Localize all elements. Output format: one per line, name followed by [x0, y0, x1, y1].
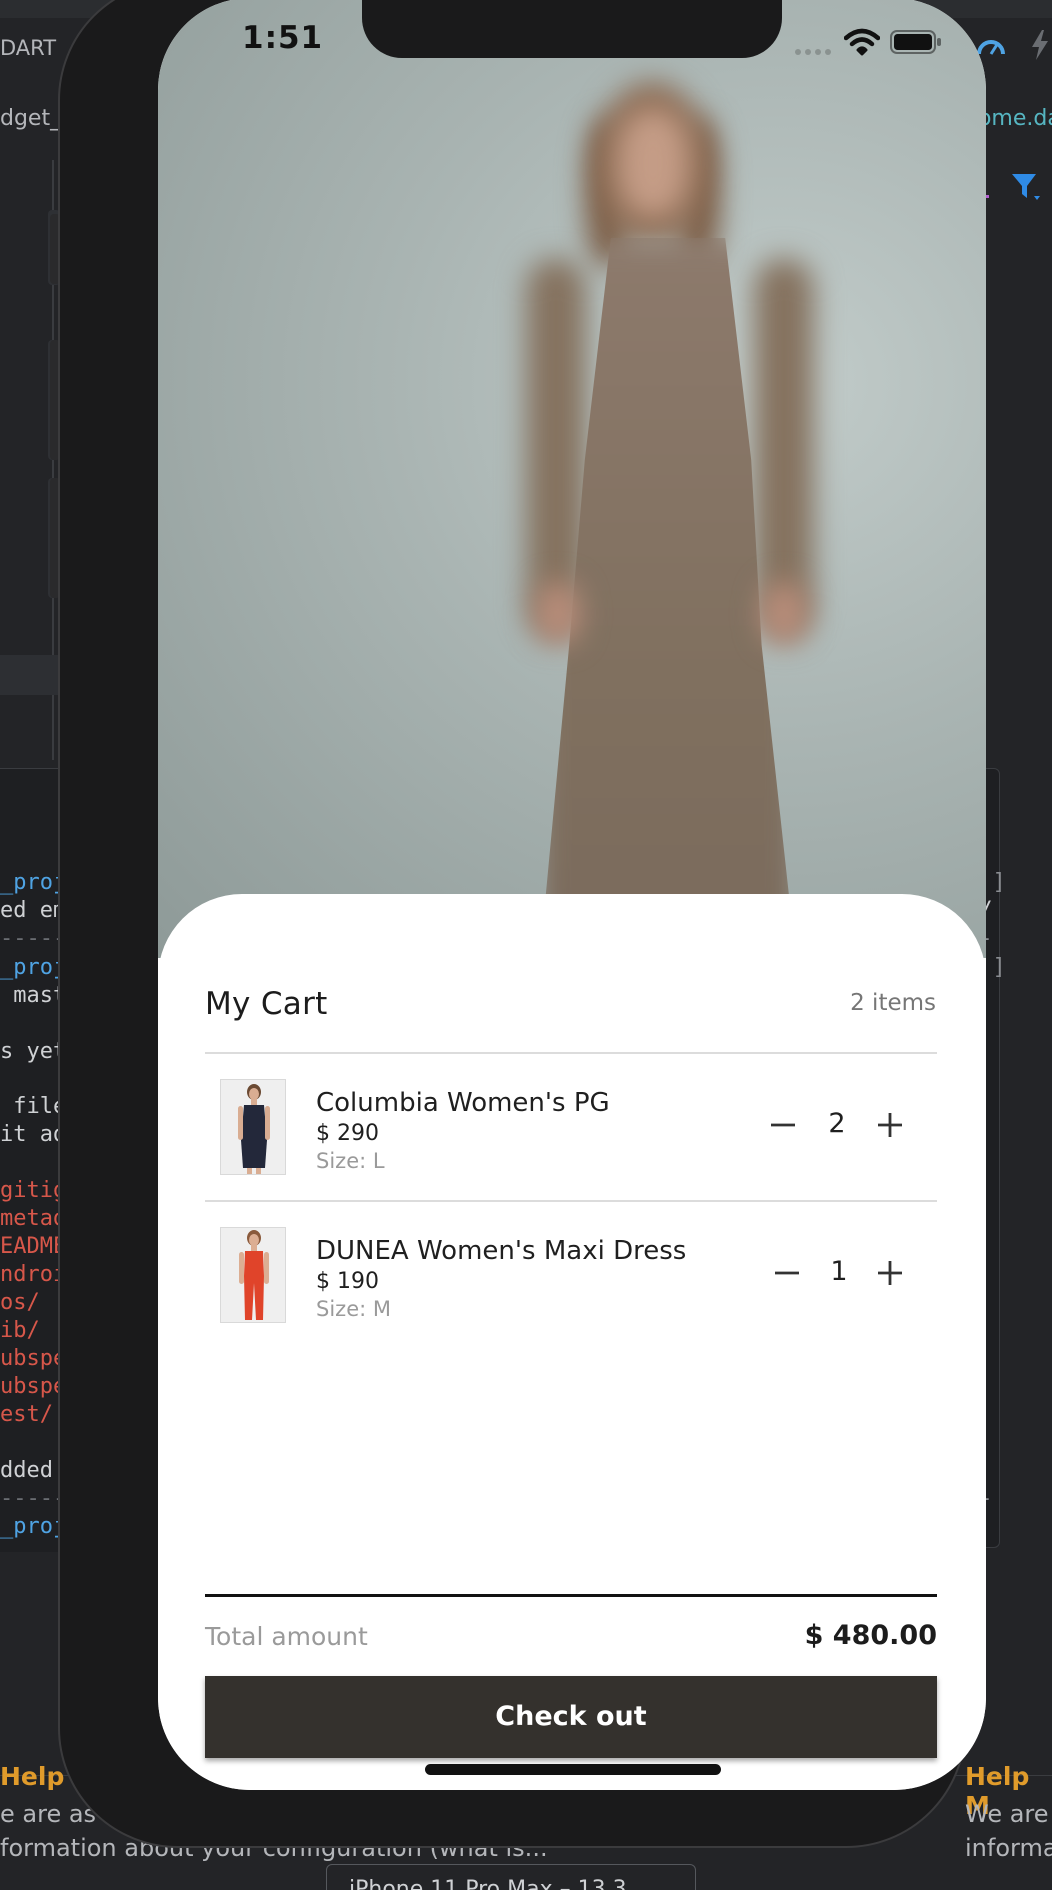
terminal-line: os/ [0, 1290, 40, 1315]
terminal-line: ----- [0, 1486, 67, 1511]
terminal-line: file [0, 1094, 67, 1119]
total-value: $ 480.00 [804, 1620, 937, 1651]
phone-frame: 1:51 My Cart 2 items Columbia Women's PG… [58, 0, 986, 1848]
filter-icon[interactable] [1010, 172, 1044, 202]
ide-left-file-tab[interactable]: dget_ [0, 106, 61, 131]
terminal-line: dded [0, 1458, 53, 1483]
item-price: $ 190 [316, 1269, 379, 1294]
terminal-line: mast [0, 983, 67, 1008]
terminal-line: _proj [0, 870, 67, 895]
product-image [221, 1228, 285, 1322]
product-image [221, 1080, 285, 1174]
wifi-icon [844, 28, 880, 56]
increase-quantity-button[interactable] [872, 1107, 908, 1143]
phone-screen: 1:51 My Cart 2 items Columbia Women's PG… [158, 0, 986, 1790]
terminal-line: _proj [0, 1514, 67, 1539]
phone-notch [362, 0, 782, 58]
device-selector[interactable]: iPhone 11 Pro Max – 13.3 [326, 1864, 696, 1890]
hero-figure-part [536, 583, 580, 643]
ide-selected-row [0, 655, 60, 695]
item-size: Size: M [316, 1297, 391, 1321]
terminal-line: it ad [0, 1122, 67, 1147]
cellular-signal-icon [795, 49, 831, 55]
help-text-right: informa [965, 1834, 1052, 1862]
cart-item-count: 2 items [850, 990, 936, 1016]
hero-figure-part [762, 583, 806, 643]
decrease-quantity-button[interactable] [765, 1107, 801, 1143]
decrease-quantity-button[interactable] [769, 1255, 805, 1291]
terminal-line: ubspe [0, 1374, 67, 1399]
hero-figure-part [754, 258, 814, 638]
cart-title: My Cart [205, 986, 328, 1022]
terminal-line: _proj [0, 955, 67, 980]
terminal-line: ed em [0, 898, 67, 923]
cart-sheet: My Cart 2 items Columbia Women's PG $ 29… [158, 894, 986, 1790]
battery-icon [890, 30, 941, 54]
item-name: DUNEA Women's Maxi Dress [316, 1236, 687, 1266]
total-divider [205, 1594, 937, 1597]
terminal-line: ib/ [0, 1318, 40, 1343]
product-thumbnail [220, 1227, 286, 1323]
cart-item[interactable]: Columbia Women's PG $ 290 Size: L 2 [205, 1054, 937, 1202]
product-hero-image [158, 0, 986, 978]
terminal-line: s yet [0, 1039, 67, 1064]
terminal-line: EADME [0, 1234, 67, 1259]
help-text: e are as [0, 1800, 97, 1828]
terminal-line: est/ [0, 1402, 53, 1427]
increase-quantity-button[interactable] [872, 1255, 908, 1291]
item-price: $ 290 [316, 1121, 379, 1146]
status-time: 1:51 [242, 20, 324, 56]
terminal-line: metad [0, 1206, 67, 1231]
checkout-button[interactable]: Check out [205, 1676, 937, 1758]
total-label: Total amount [205, 1622, 368, 1651]
quantity-value: 2 [828, 1108, 846, 1139]
hero-figure-part [616, 108, 690, 218]
terminal-line: ubspe [0, 1346, 67, 1371]
dress-shape [241, 1105, 267, 1168]
product-thumbnail [220, 1079, 286, 1175]
quantity-value: 1 [830, 1256, 848, 1287]
lightning-icon[interactable] [1030, 30, 1050, 60]
cart-item[interactable]: DUNEA Women's Maxi Dress $ 190 Size: M 1 [205, 1202, 937, 1350]
item-size: Size: L [316, 1149, 385, 1173]
ide-tab-dart[interactable]: DART [0, 36, 56, 60]
terminal-line: ----- [0, 926, 67, 951]
terminal-line: ndroi [0, 1262, 67, 1287]
device-selector-label: iPhone 11 Pro Max – 13.3 [349, 1877, 627, 1890]
home-indicator[interactable] [425, 1764, 721, 1775]
help-text-right: We are [965, 1800, 1049, 1828]
item-name: Columbia Women's PG [316, 1088, 610, 1118]
terminal-line: gitig [0, 1178, 67, 1203]
